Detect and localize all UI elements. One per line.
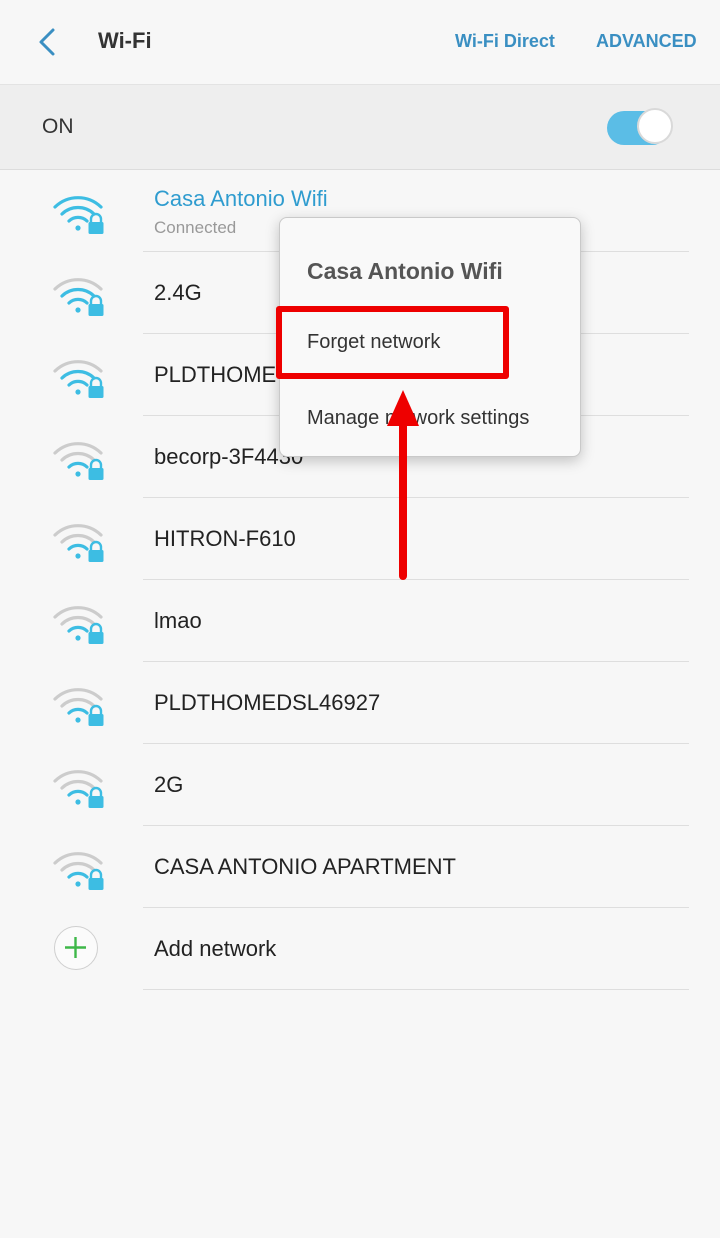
wifi-direct-button[interactable]: Wi-Fi Direct (455, 31, 555, 52)
list-divider (143, 989, 689, 990)
wifi-network-item[interactable]: 2G (0, 744, 720, 826)
wifi-network-item[interactable]: lmao (0, 580, 720, 662)
wifi-toggle-switch[interactable] (607, 108, 673, 148)
back-button[interactable] (28, 22, 68, 62)
annotation-arrow-icon (387, 390, 419, 580)
annotation-highlight-box (276, 306, 509, 379)
plus-icon (65, 937, 86, 958)
network-name: PLDTHOMEDSL46927 (154, 690, 381, 715)
wifi-network-item[interactable]: PLDTHOMEDSL46927 (0, 662, 720, 744)
network-name: HITRON-F610 (154, 526, 296, 551)
wifi-lock-icon (53, 770, 104, 808)
wifi-lock-icon (53, 196, 104, 234)
wifi-lock-icon (53, 278, 104, 316)
add-network-icon (54, 926, 98, 970)
wifi-lock-icon (53, 442, 104, 480)
app-header: Wi-Fi Wi-Fi Direct ADVANCED (0, 0, 720, 85)
add-network-label: Add network (154, 936, 277, 961)
context-menu-title: Casa Antonio Wifi (307, 258, 503, 284)
manage-network-settings-button[interactable]: Manage network settings (280, 391, 580, 447)
network-name: Casa Antonio Wifi (154, 186, 328, 211)
network-name: lmao (154, 608, 202, 633)
wifi-lock-icon (53, 688, 104, 726)
wifi-lock-icon (53, 852, 104, 890)
wifi-lock-icon (53, 606, 104, 644)
wifi-network-item[interactable]: HITRON-F610 (0, 498, 720, 580)
page-title: Wi-Fi (98, 28, 152, 53)
switch-state-label: ON (42, 115, 74, 138)
wifi-network-item[interactable]: CASA ANTONIO APARTMENT (0, 826, 720, 908)
network-name: 2G (154, 772, 184, 797)
network-name: PLDTHOME (154, 362, 277, 387)
toggle-knob (637, 108, 673, 144)
chevron-left-icon (39, 28, 55, 56)
advanced-button[interactable]: ADVANCED (596, 31, 697, 52)
wifi-lock-icon (53, 360, 104, 398)
network-name: 2.4G (154, 280, 202, 305)
network-status: Connected (154, 218, 237, 237)
network-name: CASA ANTONIO APARTMENT (154, 854, 456, 879)
add-network-item[interactable]: Add network (0, 908, 720, 990)
wifi-lock-icon (53, 524, 104, 562)
